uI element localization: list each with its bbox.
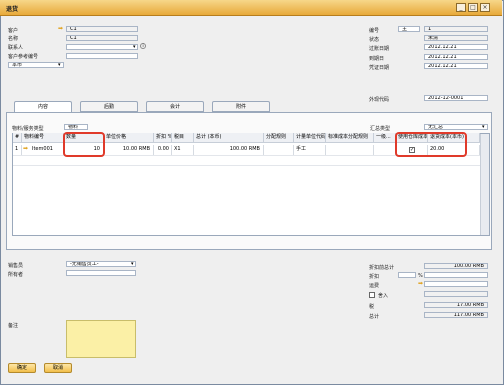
chevron-down-icon[interactable]: ▾: [133, 44, 136, 50]
ext-code-label: 外现代码: [369, 97, 390, 103]
cancel-button[interactable]: 取消: [44, 363, 72, 373]
doc-date-field[interactable]: 2012.12.21: [424, 63, 488, 69]
number-label: 编号: [369, 28, 380, 34]
col-header-price[interactable]: 单位价格: [104, 133, 154, 143]
customer-ref-field[interactable]: [66, 53, 138, 59]
before-discount-field: 100.00 RMB: [424, 263, 488, 269]
remarks-label: 备注: [8, 323, 19, 329]
tab-logistics[interactable]: 后勤: [80, 101, 138, 112]
contact-label: 联系人: [8, 45, 24, 51]
discount-amount-field[interactable]: [424, 272, 488, 278]
rounding-field: [424, 291, 488, 297]
name-field[interactable]: C1: [66, 35, 138, 41]
freight-field[interactable]: [424, 281, 488, 287]
row-number: 1: [13, 145, 22, 155]
info-icon[interactable]: i: [140, 43, 146, 49]
cell-item[interactable]: Item001: [30, 145, 64, 155]
summary-type-dropdown[interactable]: 无汇总: [424, 124, 488, 130]
grid-scrollbar[interactable]: [480, 134, 489, 235]
cell-tax[interactable]: X1: [172, 145, 194, 155]
summary-type-label: 汇总类型: [370, 126, 391, 132]
ok-button[interactable]: 确定: [8, 363, 36, 373]
owner-field[interactable]: [66, 270, 136, 276]
cell-total[interactable]: 100.00 RMB: [194, 145, 264, 155]
link-arrow-icon[interactable]: ➡: [418, 281, 423, 287]
number-series-dropdown[interactable]: 主: [398, 26, 420, 32]
minimize-button[interactable]: _: [456, 3, 466, 12]
chevron-down-icon[interactable]: ▾: [131, 261, 134, 267]
col-header-item[interactable]: 物料编号: [22, 133, 64, 143]
customer-field[interactable]: C1: [66, 26, 138, 32]
cell-rule[interactable]: [264, 145, 294, 155]
link-arrow-icon[interactable]: ➡: [58, 26, 63, 32]
tax-field: 17.00 RMB: [424, 302, 488, 308]
due-date-field[interactable]: 2012.12.21: [424, 54, 488, 60]
rounding-label: 舍入: [378, 293, 389, 299]
tab-accounting[interactable]: 会计: [146, 101, 204, 112]
col-header-discount[interactable]: 折扣 %: [154, 133, 172, 143]
sales-employee-dropdown[interactable]: -无销售员工-: [66, 261, 136, 267]
chevron-down-icon[interactable]: ▾: [482, 124, 485, 130]
total-field: 117.00 RMB: [424, 312, 488, 318]
name-label: 名称: [8, 36, 19, 42]
rounding-checkbox[interactable]: [369, 292, 375, 298]
return-cost-highlight: [395, 132, 467, 157]
col-header-std-rule[interactable]: 标准成本分配规则: [326, 133, 374, 143]
posting-date-label: 过账日期: [369, 46, 390, 52]
discount-label: 折扣: [369, 274, 380, 280]
sales-employee-label: 销售员: [8, 263, 24, 269]
status-field: 未清: [424, 35, 488, 41]
number-field[interactable]: 1: [424, 26, 488, 32]
title-bar[interactable]: [0, 0, 502, 16]
tab-attachments[interactable]: 附件: [212, 101, 270, 112]
ext-code-field[interactable]: 2012-12-0001: [424, 95, 488, 101]
window-title: 退货: [6, 6, 19, 13]
chevron-down-icon[interactable]: ▾: [58, 62, 61, 68]
cell-level[interactable]: [374, 145, 396, 155]
cell-price[interactable]: 10.00 RMB: [104, 145, 154, 155]
col-header-num: #: [13, 133, 22, 143]
ref-label: 客户参考编号: [8, 54, 39, 60]
discount-percent-field[interactable]: [398, 272, 416, 278]
item-type-label: 物料/服务类型: [12, 126, 44, 132]
contact-dropdown[interactable]: [66, 44, 138, 50]
col-header-total[interactable]: 总计 (本币): [194, 133, 264, 143]
due-date-label: 到期日: [369, 56, 385, 62]
col-header-rule[interactable]: 分配规则: [264, 133, 294, 143]
owner-label: 所有者: [8, 272, 24, 278]
col-header-uom[interactable]: 计量单位代码: [294, 133, 326, 143]
close-button[interactable]: ×: [480, 3, 490, 12]
item-type-dropdown[interactable]: 物料: [64, 124, 88, 130]
row-divider: [13, 165, 480, 166]
posting-date-field[interactable]: 2012.12.21: [424, 44, 488, 50]
col-header-level[interactable]: 一级...: [374, 133, 396, 143]
before-discount-label: 折扣前总计: [369, 265, 395, 271]
status-label: 状态: [369, 37, 380, 43]
percent-sign: %: [418, 273, 423, 279]
col-header-tax[interactable]: 税目: [172, 133, 194, 143]
maximize-button[interactable]: □: [468, 3, 478, 12]
freight-label: 运费: [369, 283, 380, 289]
link-arrow-icon[interactable]: ➡: [23, 146, 28, 152]
cell-uom[interactable]: 手工: [294, 145, 326, 155]
cell-std-rule[interactable]: [326, 145, 374, 155]
cell-discount[interactable]: 0.00: [154, 145, 172, 155]
customer-label: 客户: [8, 28, 19, 34]
tax-label: 税: [369, 304, 375, 310]
doc-date-label: 凭证日期: [369, 65, 390, 71]
total-label: 总计: [369, 314, 380, 320]
remarks-textarea[interactable]: [66, 320, 136, 358]
currency-dropdown[interactable]: 本币: [8, 62, 64, 68]
qty-highlight: [63, 132, 105, 157]
